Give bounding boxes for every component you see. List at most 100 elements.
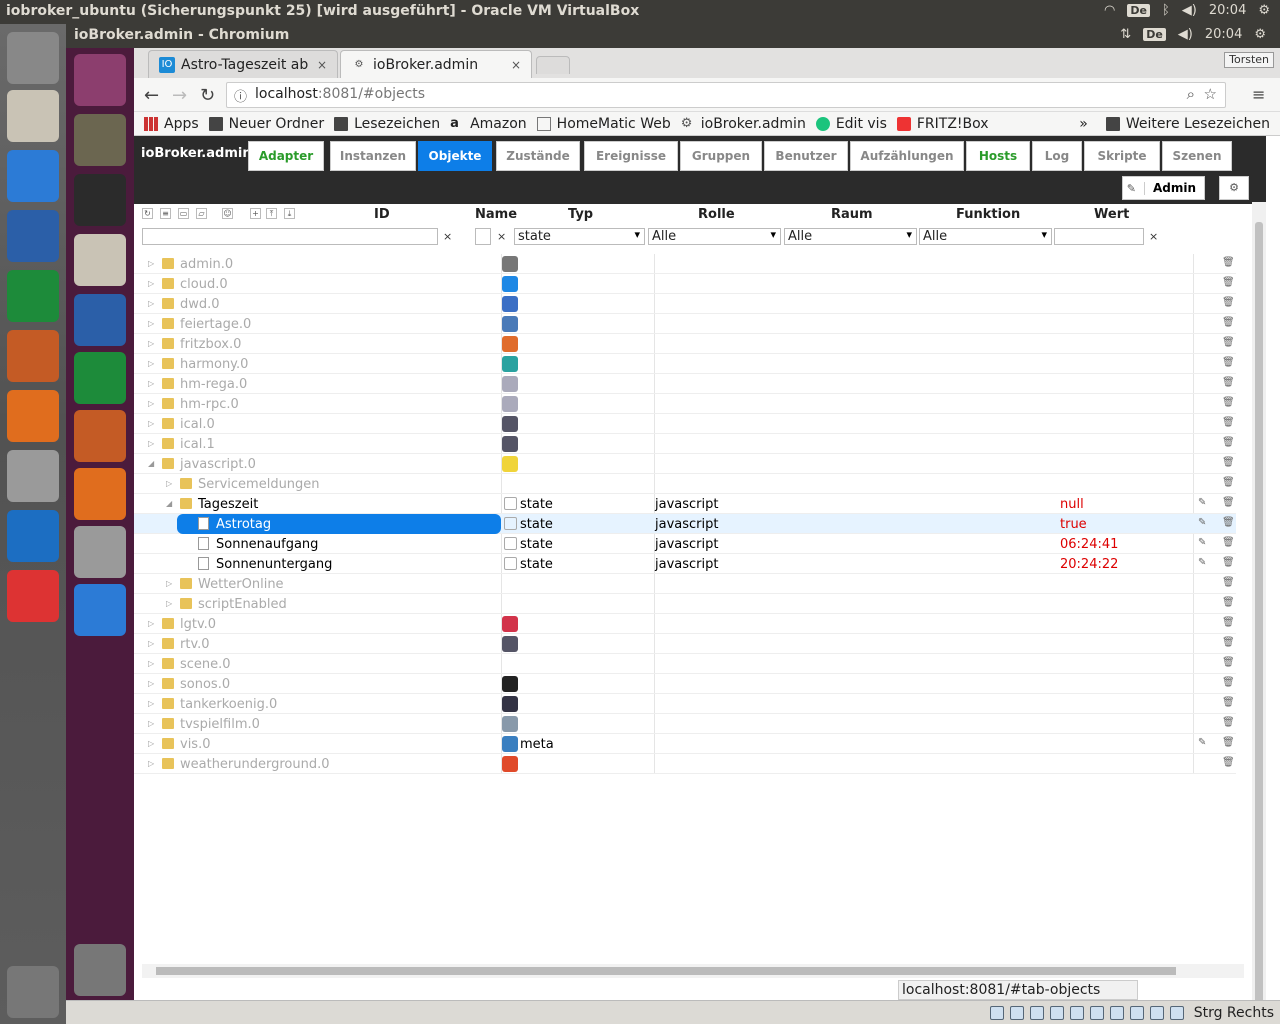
tree-row[interactable]: Astrotag state javascript true ✎ 🗑 [134, 514, 1236, 534]
display-icon[interactable] [1110, 1006, 1124, 1020]
network-icon[interactable]: ⇅ [1120, 27, 1131, 42]
user-button[interactable]: ✎ Admin [1121, 176, 1205, 200]
add-icon[interactable]: + [250, 208, 261, 219]
tree-row[interactable]: ▷ cloud.0 🗑 [134, 274, 1236, 294]
tree-row[interactable]: ▷ scriptEnabled 🗑 [134, 594, 1236, 614]
bookmark-edit-vis[interactable]: Edit vis [815, 116, 887, 132]
guest-software-center-icon[interactable] [74, 468, 126, 520]
delete-trash-icon[interactable]: 🗑 [1222, 617, 1235, 629]
tab-adapter[interactable]: Adapter [248, 141, 324, 171]
guest-files-icon[interactable] [74, 234, 126, 286]
volume-icon[interactable]: ◀) [1182, 3, 1197, 18]
impress-icon[interactable] [7, 330, 59, 382]
wifi-icon[interactable]: ◠ [1104, 3, 1115, 18]
column-header-type[interactable]: Typ [568, 207, 593, 222]
tree-row[interactable]: ▷ harmony.0 🗑 [134, 354, 1236, 374]
tab-benutzer[interactable]: Benutzer [764, 141, 848, 171]
edit-pencil-icon[interactable]: ✎ [1198, 737, 1210, 749]
guest-trash-icon[interactable] [74, 944, 126, 996]
object-id[interactable]: WetterOnline [198, 577, 284, 592]
tab-aufzählungen[interactable]: Aufzählungen [850, 141, 964, 171]
object-id[interactable]: harmony.0 [180, 357, 248, 372]
delete-trash-icon[interactable]: 🗑 [1222, 677, 1235, 689]
expand-toggle-icon[interactable]: ▷ [148, 619, 154, 628]
edit-pencil-icon[interactable]: ✎ [1198, 497, 1210, 509]
expand-toggle-icon[interactable]: ▷ [148, 359, 154, 368]
function-filter-select[interactable]: Alle [919, 228, 1052, 245]
tab-close-icon[interactable]: × [317, 58, 327, 72]
column-header-id[interactable]: ID [374, 207, 390, 222]
tree-row[interactable]: ▷ vis.0 meta ✎ 🗑 [134, 734, 1236, 754]
delete-trash-icon[interactable]: 🗑 [1222, 737, 1235, 749]
expand-toggle-icon[interactable]: ▷ [148, 339, 154, 348]
delete-trash-icon[interactable]: 🗑 [1222, 297, 1235, 309]
expand-toggle-icon[interactable]: ▷ [148, 759, 154, 768]
edit-pencil-icon[interactable]: ✎ [1198, 557, 1210, 569]
recording-icon[interactable] [1130, 1006, 1144, 1020]
tree-row[interactable]: ▷ feiertage.0 🗑 [134, 314, 1236, 334]
gear-icon[interactable]: ⚙ [1258, 3, 1270, 18]
hard-disk-icon[interactable] [990, 1006, 1004, 1020]
other-bookmarks[interactable]: Weitere Lesezeichen [1105, 116, 1270, 132]
expand-toggle-icon[interactable]: ▷ [148, 299, 154, 308]
bookmark-fritzbox[interactable]: FRITZ!Box [896, 116, 989, 132]
tree-row[interactable]: ▷ admin.0 🗑 [134, 254, 1236, 274]
expand-toggle-icon[interactable]: ▷ [166, 599, 172, 608]
bookmarks-overflow-button[interactable]: » [1079, 116, 1088, 132]
tab-log[interactable]: Log [1032, 141, 1082, 171]
tree-row[interactable]: ▷ tankerkoenig.0 🗑 [134, 694, 1236, 714]
tree-row[interactable]: ▷ lgtv.0 🗑 [134, 614, 1236, 634]
object-value[interactable]: 06:24:41 [1060, 537, 1118, 552]
profile-button[interactable]: Torsten [1224, 52, 1274, 68]
tree-row[interactable]: ▷ rtv.0 🗑 [134, 634, 1236, 654]
object-id[interactable]: vis.0 [180, 737, 210, 752]
upload-icon[interactable]: ⤒ [266, 208, 277, 219]
tab-hosts[interactable]: Hosts [966, 141, 1030, 171]
delete-trash-icon[interactable]: 🗑 [1222, 637, 1235, 649]
object-id[interactable]: admin.0 [180, 257, 233, 272]
edit-pencil-icon[interactable]: ✎ [1198, 537, 1210, 549]
mouse-integration-icon[interactable] [1170, 1006, 1184, 1020]
id-filter-input[interactable] [142, 228, 438, 245]
tab-skripte[interactable]: Skripte [1084, 141, 1160, 171]
tree-row[interactable]: ▷ ical.0 🗑 [134, 414, 1236, 434]
page-info-icon[interactable]: ⓘ [234, 86, 247, 105]
system-settings-icon[interactable] [7, 450, 59, 502]
expand-toggle-icon[interactable]: ▷ [148, 399, 154, 408]
calc-icon[interactable] [7, 270, 59, 322]
ubuntu-logo-icon[interactable] [74, 54, 126, 106]
software-center-icon[interactable] [7, 390, 59, 442]
terminal-icon[interactable] [74, 174, 126, 226]
object-value[interactable]: 20:24:22 [1060, 557, 1118, 572]
delete-trash-icon[interactable]: 🗑 [1222, 317, 1235, 329]
system-monitor-icon[interactable] [7, 510, 59, 562]
tab-objekte[interactable]: Objekte [418, 141, 492, 171]
usb-icon[interactable] [1070, 1006, 1084, 1020]
reload-icon[interactable]: ↻ [200, 85, 215, 106]
object-id[interactable]: Sonnenaufgang [216, 537, 318, 552]
object-id[interactable]: fritzbox.0 [180, 337, 241, 352]
delete-trash-icon[interactable]: 🗑 [1222, 697, 1235, 709]
address-bar[interactable]: ⓘ localhost:8081/#objects ⌕ ☆ [226, 82, 1226, 108]
scrollbar-thumb[interactable] [156, 967, 1176, 975]
delete-trash-icon[interactable]: 🗑 [1222, 337, 1235, 349]
delete-trash-icon[interactable]: 🗑 [1222, 557, 1235, 569]
guest-keyboard-indicator[interactable]: De [1143, 28, 1166, 41]
bookmark-homematic[interactable]: HomeMatic Web [536, 116, 671, 132]
delete-trash-icon[interactable]: 🗑 [1222, 757, 1235, 769]
chromium-icon[interactable] [7, 150, 59, 202]
object-id[interactable]: ical.1 [180, 437, 215, 452]
ubuntu-dash-icon[interactable] [7, 32, 59, 84]
object-id[interactable]: dwd.0 [180, 297, 220, 312]
back-arrow-icon[interactable]: ← [144, 85, 159, 106]
writer-icon[interactable] [7, 210, 59, 262]
expand-toggle-icon[interactable]: ▷ [148, 679, 154, 688]
object-value[interactable]: true [1060, 517, 1087, 532]
browser-tab-astro[interactable]: IO Astro-Tageszeit ab × [148, 50, 338, 78]
tree-row[interactable]: ▷ Servicemeldungen 🗑 [134, 474, 1236, 494]
bookmark-iobroker-admin[interactable]: ⚙ ioBroker.admin [681, 116, 806, 132]
tab-close-icon[interactable]: × [511, 58, 521, 72]
tree-row[interactable]: ▷ ical.1 🗑 [134, 434, 1236, 454]
object-id[interactable]: tvspielfilm.0 [180, 717, 260, 732]
object-id[interactable]: hm-rega.0 [180, 377, 247, 392]
